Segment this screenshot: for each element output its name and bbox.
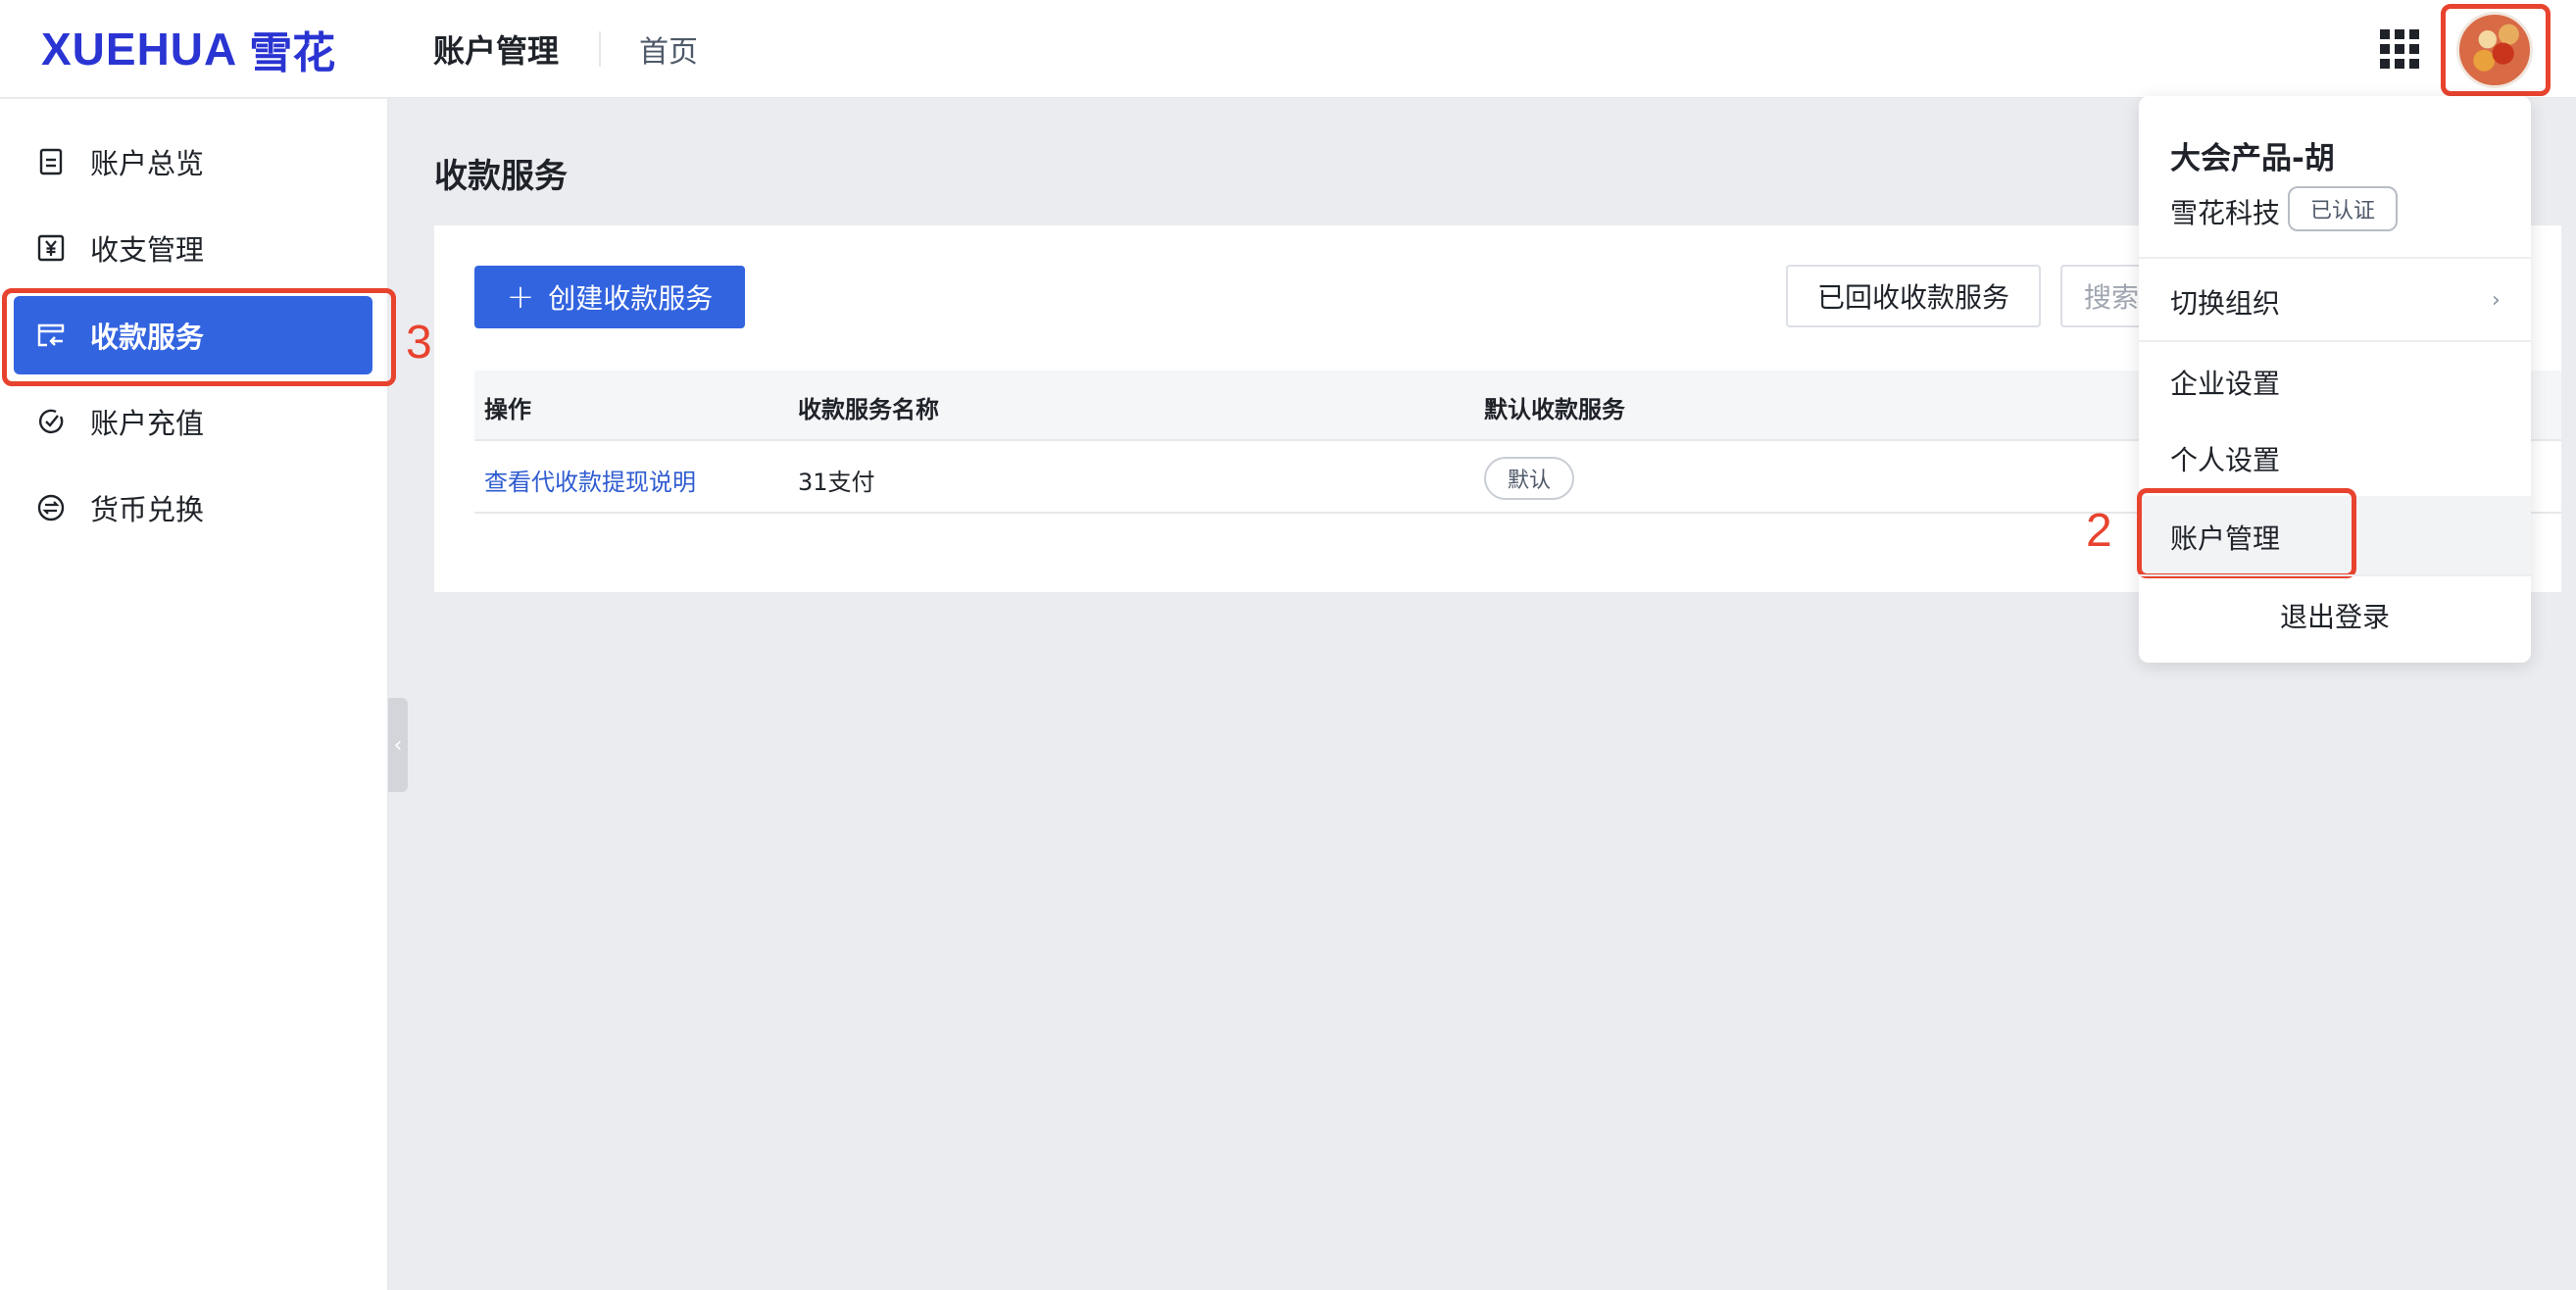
verified-badge: 已认证 (2288, 186, 2398, 231)
sidebar-item-label: 账户充值 (90, 407, 205, 440)
recharge-icon (35, 406, 67, 437)
home-link[interactable]: 首页 (639, 27, 698, 71)
organization-name: 雪花科技 (2170, 197, 2281, 229)
create-payment-service-button[interactable]: + 创建收款服务 (474, 266, 745, 328)
create-button-label: 创建收款服务 (548, 282, 714, 315)
sidebar-item-currency-exchange[interactable]: 货币兑换 (14, 469, 372, 547)
chevron-right-icon: › (2492, 288, 2501, 313)
app-grid-icon[interactable] (2380, 29, 2419, 69)
sidebar-item-label: 货币兑换 (90, 493, 205, 526)
column-header-default: 默认收款服务 (1484, 396, 1625, 423)
menu-divider (2139, 340, 2531, 342)
user-name: 大会产品-胡 (2170, 141, 2335, 176)
service-name-cell: 31支付 (798, 469, 875, 496)
logo-latin-text: XUEHUA (41, 24, 238, 74)
exchange-icon (35, 492, 67, 523)
brand-logo[interactable]: XUEHUA 雪花 (41, 20, 335, 78)
view-withdrawal-instructions-link[interactable]: 查看代收款提现说明 (484, 463, 696, 497)
column-header-service-name: 收款服务名称 (798, 396, 939, 423)
annotation-box-2 (2137, 488, 2356, 578)
page-title: 收款服务 (434, 157, 568, 196)
annotation-number-3: 3 (406, 317, 432, 369)
recalled-services-button[interactable]: 已回收收款服务 (1786, 265, 2041, 327)
app-title: 账户管理 (433, 32, 560, 70)
personal-settings-item[interactable]: 个人设置 (2170, 439, 2280, 478)
header-divider (599, 31, 601, 67)
enterprise-settings-item[interactable]: 企业设置 (2170, 363, 2280, 402)
yen-icon (35, 232, 67, 264)
default-badge: 默认 (1484, 457, 1574, 500)
sidebar-item-label: 账户总览 (90, 147, 205, 180)
chevron-left-icon: ‹ (393, 732, 403, 758)
menu-divider (2139, 257, 2531, 259)
menu-divider (2139, 574, 2531, 576)
annotation-box-3 (2, 288, 396, 386)
column-header-action: 操作 (484, 396, 531, 423)
document-icon (35, 146, 67, 177)
avatar[interactable] (2456, 12, 2533, 88)
sidebar-item-account-recharge[interactable]: 账户充值 (14, 382, 372, 461)
sidebar-item-income-expense[interactable]: 收支管理 (14, 209, 372, 287)
annotation-number-2: 2 (2086, 505, 2112, 557)
logout-item[interactable]: 退出登录 (2139, 596, 2531, 635)
logo-cjk-text: 雪花 (249, 28, 336, 78)
top-header (0, 0, 2576, 98)
sidebar-item-label: 收支管理 (90, 233, 205, 267)
plus-icon: + (506, 277, 535, 317)
switch-organization-item[interactable]: 切换组织 (2170, 282, 2280, 322)
sidebar-item-account-overview[interactable]: 账户总览 (14, 123, 372, 201)
sidebar-collapse-handle[interactable]: ‹ (388, 698, 408, 792)
